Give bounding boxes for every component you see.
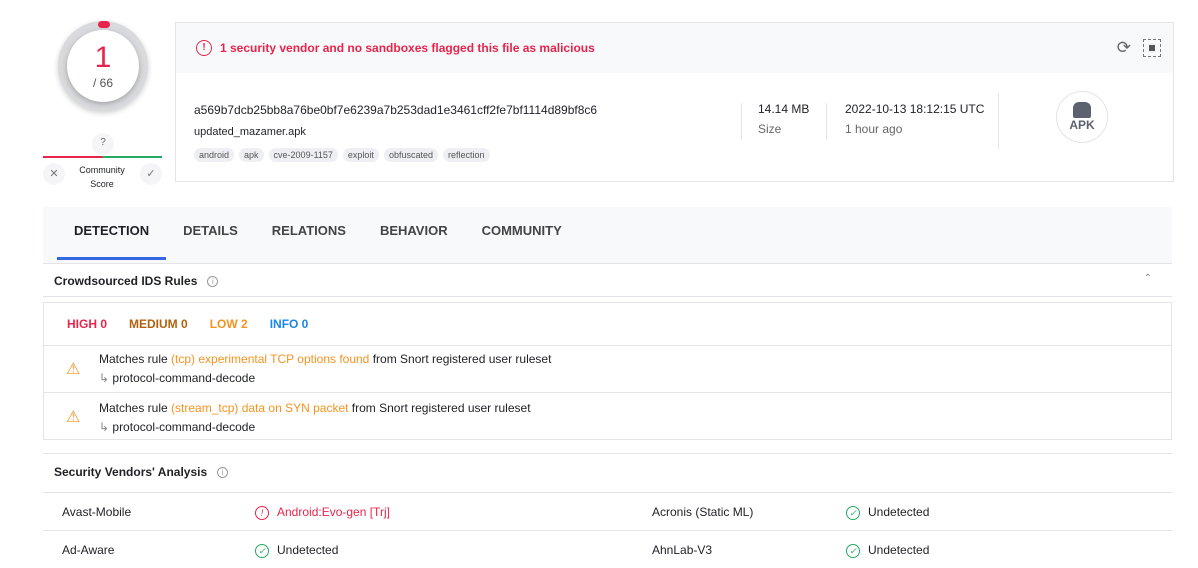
detection-banner: ! 1 security vendor and no sandboxes fla… (176, 23, 1173, 73)
ids-rule-row: ⚠ Matches rule (stream_tcp) data on SYN … (44, 392, 1171, 439)
warning-icon: ⚠ (66, 409, 81, 426)
ids-rule-row: ⚠ Matches rule (tcp) experimental TCP op… (44, 345, 1171, 392)
info-icon[interactable]: i (207, 275, 219, 287)
file-size-value: 14.14 MB (758, 102, 810, 116)
community-score-bar (43, 156, 162, 158)
file-type-label: APK (1069, 118, 1095, 132)
vendor-result-clean: ✓ Undetected (255, 543, 338, 558)
collapse-chevron-icon[interactable]: ⌃ (1144, 273, 1152, 284)
alert-icon: ! (255, 506, 269, 520)
rule-name[interactable]: (stream_tcp) data on SYN packet (171, 401, 348, 415)
analysis-date: 2022-10-13 18:12:15 UTC 1 hour ago (845, 102, 984, 136)
divider (998, 93, 999, 149)
divider (826, 103, 827, 139)
ids-rules-box: HIGH 0 MEDIUM 0 LOW 2 INFO 0 ⚠ Matches r… (43, 302, 1172, 440)
analysis-date-relative: 1 hour ago (845, 122, 903, 136)
alert-icon: ! (196, 40, 212, 56)
reanalyze-icon[interactable]: ⟳ (1117, 38, 1131, 58)
rule-prefix: Matches rule (99, 401, 172, 415)
tab-details[interactable]: DETAILS (166, 207, 255, 263)
file-hash[interactable]: a569b7dcb25bb8a76be0bf7e6239a7b253dad1e3… (194, 103, 597, 117)
tab-detection[interactable]: DETECTION (57, 207, 167, 263)
engine-total: / 66 (92, 76, 113, 90)
low-count[interactable]: LOW 2 (210, 317, 248, 345)
vendor-name: AhnLab-V3 (652, 543, 713, 557)
rule-category: protocol-command-decode (112, 371, 256, 385)
file-summary-card: ! 1 security vendor and no sandboxes fla… (175, 22, 1174, 182)
vendor-result-clean: ✓ Undetected (846, 543, 929, 558)
info-icon[interactable]: i (217, 466, 229, 478)
community-score-value: ? (92, 133, 114, 155)
file-size: 14.14 MB Size (758, 102, 809, 136)
tag[interactable]: cve-2009-1157 (268, 148, 338, 162)
high-count[interactable]: HIGH 0 (67, 317, 107, 345)
vendor-name: Acronis (Static ML) (652, 505, 754, 519)
vote-check-button[interactable]: ✓ (140, 163, 162, 185)
android-icon (1073, 102, 1091, 118)
rule-prefix: Matches rule (99, 352, 172, 366)
detection-score-gauge: 1 / 66 (58, 21, 148, 111)
tab-relations[interactable]: RELATIONS (255, 207, 363, 263)
file-size-label: Size (758, 122, 782, 136)
detection-count: 1 (94, 41, 112, 74)
rule-source: from Snort registered user ruleset (348, 401, 531, 415)
vote-harmless-x-button[interactable]: ✕ (43, 163, 65, 185)
check-icon: ✓ (846, 506, 860, 520)
vendors-section-header: Security Vendors' Analysis i (43, 453, 1172, 489)
ids-section-header[interactable]: Crowdsourced IDS Rules i ⌃ (43, 263, 1172, 297)
file-type-icon: APK (1056, 91, 1108, 143)
vendor-row: Avast-Mobile ! Android:Evo-gen [Trj] Acro… (43, 492, 1172, 530)
medium-count[interactable]: MEDIUM 0 (129, 317, 188, 345)
vendor-result-malicious: ! Android:Evo-gen [Trj] (255, 505, 390, 520)
banner-text: 1 security vendor and no sandboxes flagg… (220, 41, 595, 55)
vendor-result-clean: ✓ Undetected (846, 505, 929, 520)
community-score-label: Community Score (79, 165, 125, 189)
warning-icon: ⚠ (66, 361, 81, 378)
file-name: updated_mazamer.apk (194, 126, 306, 138)
vendor-name: Avast-Mobile (62, 505, 132, 519)
rule-name[interactable]: (tcp) experimental TCP options found (171, 352, 369, 366)
tag[interactable]: obfuscated (383, 148, 438, 162)
tab-community[interactable]: COMMUNITY (465, 207, 579, 263)
analysis-date-value: 2022-10-13 18:12:15 UTC (845, 102, 985, 116)
similar-files-icon[interactable] (1143, 39, 1161, 57)
check-icon: ✓ (846, 544, 860, 558)
vendor-row: Ad-Aware ✓ Undetected AhnLab-V3 ✓ Undetect… (43, 530, 1172, 568)
ids-title: Crowdsourced IDS Rules (54, 274, 198, 288)
tag[interactable]: reflection (442, 148, 490, 162)
check-icon: ✓ (255, 544, 269, 558)
divider (741, 103, 742, 139)
gauge-marker (98, 21, 110, 28)
rule-source: from Snort registered user ruleset (369, 352, 552, 366)
tag-list: android apk cve-2009-1157 exploit obfusc… (194, 148, 490, 162)
rule-category: protocol-command-decode (112, 420, 256, 434)
tab-bar: DETECTION DETAILS RELATIONS BEHAVIOR COM… (43, 207, 1172, 263)
vendors-title: Security Vendors' Analysis (54, 465, 208, 479)
tab-behavior[interactable]: BEHAVIOR (363, 207, 465, 263)
tag[interactable]: exploit (342, 148, 379, 162)
info-count[interactable]: INFO 0 (270, 317, 309, 345)
vendor-name: Ad-Aware (62, 543, 115, 557)
tag[interactable]: apk (239, 148, 264, 162)
tag[interactable]: android (194, 148, 235, 162)
